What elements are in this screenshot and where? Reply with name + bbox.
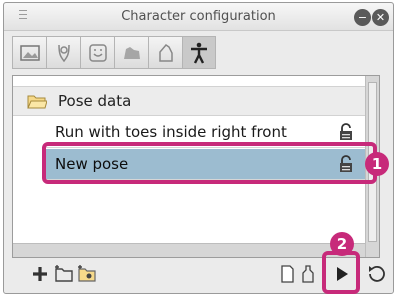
play-icon [337,267,348,281]
folder-label: Pose data [58,92,132,110]
folder-icon [27,95,47,109]
new-set-icon [78,265,96,282]
bottle-button[interactable] [296,262,320,286]
title-bar[interactable]: Character configuration − ✕ [4,3,393,31]
tab-pose[interactable] [182,36,216,69]
annotation-badge-1: 1 [365,152,389,176]
add-icon [33,267,47,281]
pose-figure-icon [191,42,207,64]
bottle-icon [302,265,314,283]
new-folder-button[interactable] [52,262,76,286]
new-set-button[interactable] [75,262,99,286]
horizontal-scrollbar[interactable] [13,243,365,257]
animal-icon [123,46,140,59]
new-folder-icon [55,265,73,282]
annotation-badge-2: 2 [330,232,354,256]
window-title: Character configuration [121,9,276,24]
reset-button[interactable] [364,262,388,286]
minimize-icon[interactable]: − [354,9,371,26]
tab-animal[interactable] [114,36,148,69]
reset-icon [369,266,385,282]
hair-icon [57,44,70,62]
close-icon[interactable]: ✕ [372,9,389,26]
footer-toolbar [0,258,397,292]
add-button[interactable] [28,262,52,286]
highlight-box-1 [42,142,377,184]
page-icon [281,265,294,283]
tab-hand[interactable] [148,36,182,69]
tab-face[interactable] [80,36,114,69]
lock-icon[interactable] [337,123,355,141]
play-button[interactable] [329,262,353,286]
tab-image[interactable] [12,36,46,69]
folder-row[interactable]: Pose data [13,86,365,116]
category-tabs [12,36,216,69]
face-icon [88,43,107,62]
image-icon [19,44,40,61]
list-item-label: Run with toes inside right front [55,123,287,141]
hand-icon [158,43,173,62]
tab-hair[interactable] [46,36,80,69]
